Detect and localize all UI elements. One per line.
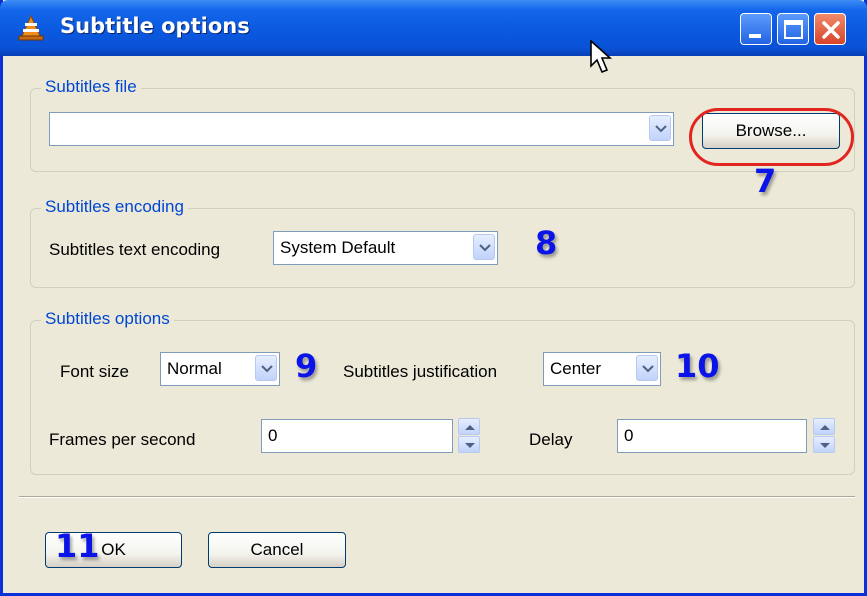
delay-decrement-button[interactable] xyxy=(813,436,835,453)
subtitles-encoding-dropdown-button[interactable] xyxy=(473,234,495,260)
fps-decrement-button[interactable] xyxy=(458,436,480,453)
subtitles-text-encoding-select[interactable]: System Default xyxy=(273,231,498,265)
subtitles-file-dropdown-button[interactable] xyxy=(649,115,671,141)
subtitles-justification-value: Center xyxy=(550,359,602,378)
frames-per-second-input[interactable]: 0 xyxy=(261,419,453,453)
chevron-down-icon xyxy=(261,365,273,373)
subtitles-encoding-legend: Subtitles encoding xyxy=(41,197,188,217)
chevron-down-icon xyxy=(642,365,654,373)
delay-spinner[interactable] xyxy=(813,418,835,454)
minimize-icon xyxy=(749,34,761,38)
chevron-down-icon xyxy=(479,244,491,252)
mouse-cursor-icon xyxy=(590,40,613,74)
subtitles-text-encoding-value: System Default xyxy=(280,238,396,257)
font-size-value: Normal xyxy=(167,359,222,378)
callout-9: 9 xyxy=(295,347,318,385)
arrow-up-icon xyxy=(465,425,475,430)
justification-dropdown-button[interactable] xyxy=(636,355,658,381)
arrow-down-icon xyxy=(465,443,475,448)
callout-8: 8 xyxy=(535,224,558,262)
subtitles-file-legend: Subtitles file xyxy=(41,77,141,97)
close-button[interactable] xyxy=(814,13,846,45)
callout-7: 7 xyxy=(754,162,777,200)
ok-button-label: OK xyxy=(101,540,126,559)
chevron-down-icon xyxy=(655,125,667,133)
frames-per-second-value: 0 xyxy=(268,426,278,445)
title-bar[interactable]: Subtitle options xyxy=(0,0,867,56)
close-icon xyxy=(822,21,840,39)
subtitles-options-legend: Subtitles options xyxy=(41,309,174,329)
arrow-down-icon xyxy=(820,443,830,448)
delay-value: 0 xyxy=(624,426,634,445)
window-title: Subtitle options xyxy=(60,14,250,38)
dialog-separator xyxy=(19,496,855,498)
font-size-select[interactable]: Normal xyxy=(160,352,280,386)
delay-increment-button[interactable] xyxy=(813,418,835,435)
subtitles-file-path-combo[interactable] xyxy=(49,112,674,146)
maximize-button[interactable] xyxy=(777,13,809,45)
subtitles-text-encoding-label: Subtitles text encoding xyxy=(49,240,221,259)
vlc-cone-icon xyxy=(18,14,44,41)
cancel-button[interactable]: Cancel xyxy=(208,532,346,568)
delay-label: Delay xyxy=(529,430,573,449)
fps-increment-button[interactable] xyxy=(458,418,480,435)
font-size-dropdown-button[interactable] xyxy=(255,355,277,381)
subtitles-justification-select[interactable]: Center xyxy=(543,352,661,386)
font-size-label: Font size xyxy=(60,362,129,381)
minimize-button[interactable] xyxy=(740,13,772,45)
subtitles-justification-label: Subtitles justification xyxy=(343,362,498,381)
subtitle-options-dialog: Subtitle options Subtitles file Browse..… xyxy=(0,0,867,596)
arrow-up-icon xyxy=(820,425,830,430)
frames-per-second-label: Frames per second xyxy=(49,430,196,449)
frames-per-second-spinner[interactable] xyxy=(458,418,480,454)
delay-input[interactable]: 0 xyxy=(617,419,807,453)
callout-11: 11 xyxy=(55,527,100,565)
callout-10: 10 xyxy=(675,347,720,385)
browse-highlight-ring xyxy=(689,108,854,166)
maximize-icon xyxy=(784,20,803,39)
